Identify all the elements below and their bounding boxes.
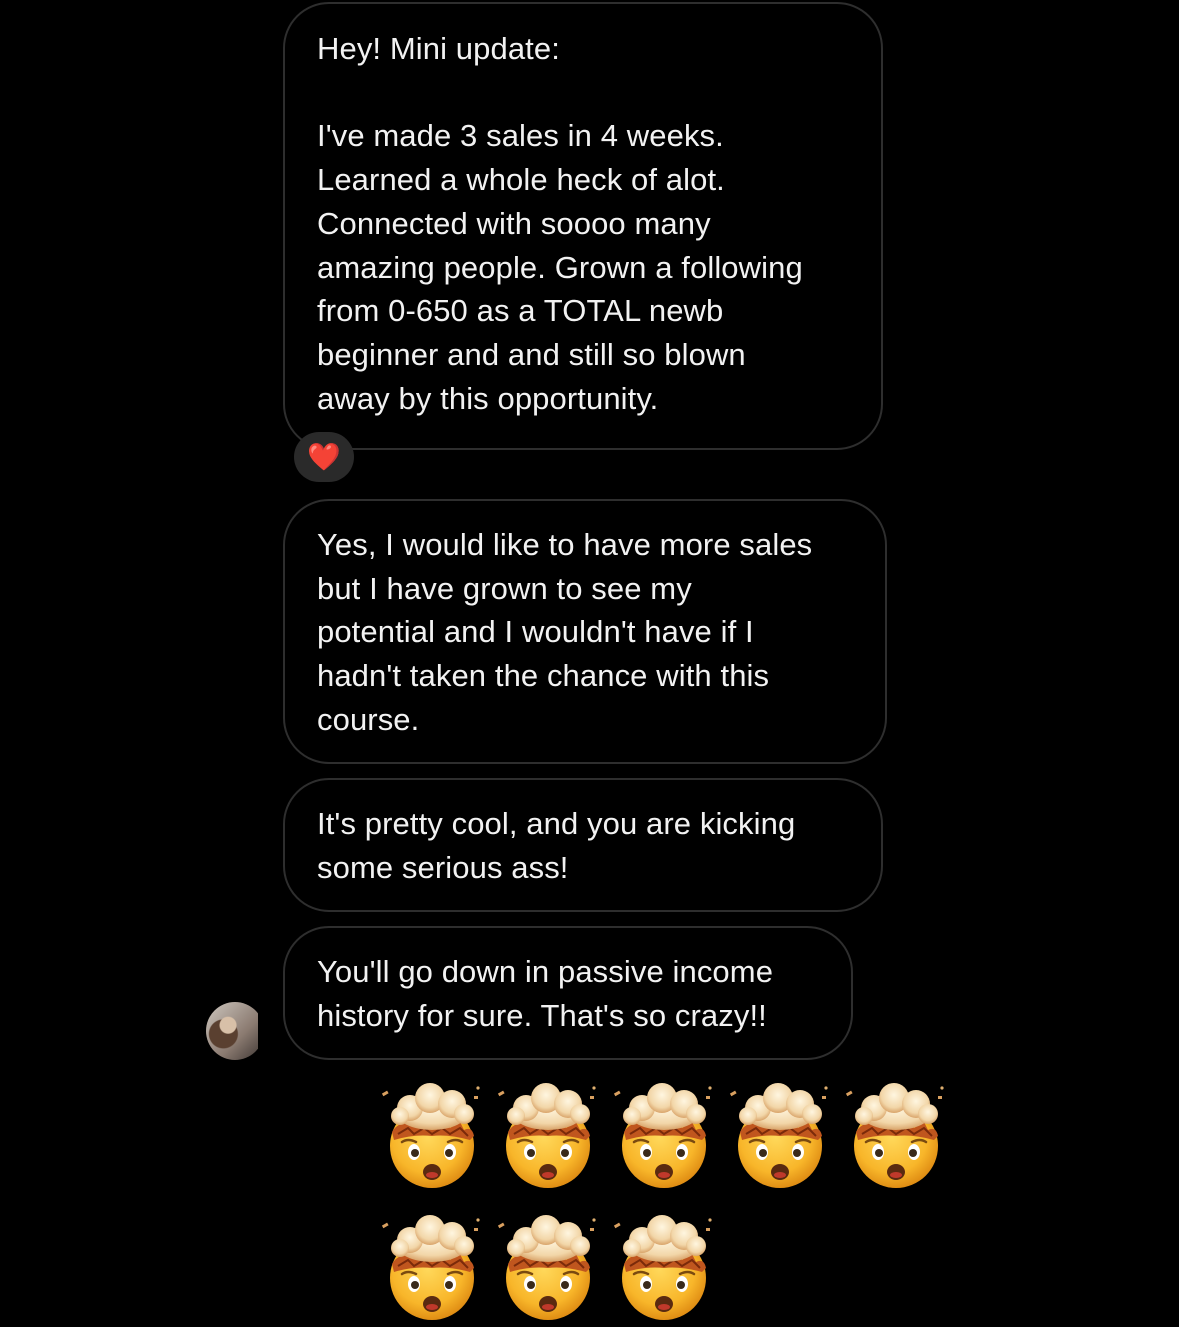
exploding-head-icon: [842, 1082, 950, 1190]
message-bubble-4[interactable]: You'll go down in passive income history…: [283, 926, 853, 1060]
heart-reaction[interactable]: ❤️: [294, 432, 354, 482]
emoji-row-1: [378, 1082, 950, 1190]
message-bubble-3[interactable]: It's pretty cool, and you are kicking so…: [283, 778, 883, 912]
exploding-head-icon: [378, 1082, 486, 1190]
avatar-image: [206, 1002, 258, 1060]
exploding-head-icon: [378, 1214, 486, 1322]
sender-avatar[interactable]: [206, 1002, 258, 1060]
message-bubble-1[interactable]: Hey! Mini update: I've made 3 sales in 4…: [283, 2, 883, 450]
heart-icon: ❤️: [307, 441, 341, 472]
emoji-row-2: [378, 1214, 718, 1322]
message-bubble-2[interactable]: Yes, I would like to have more sales but…: [283, 499, 887, 764]
exploding-head-icon: [494, 1082, 602, 1190]
exploding-head-icon: [610, 1082, 718, 1190]
exploding-head-icon: [494, 1214, 602, 1322]
exploding-head-icon: [726, 1082, 834, 1190]
exploding-head-icon: [610, 1214, 718, 1322]
